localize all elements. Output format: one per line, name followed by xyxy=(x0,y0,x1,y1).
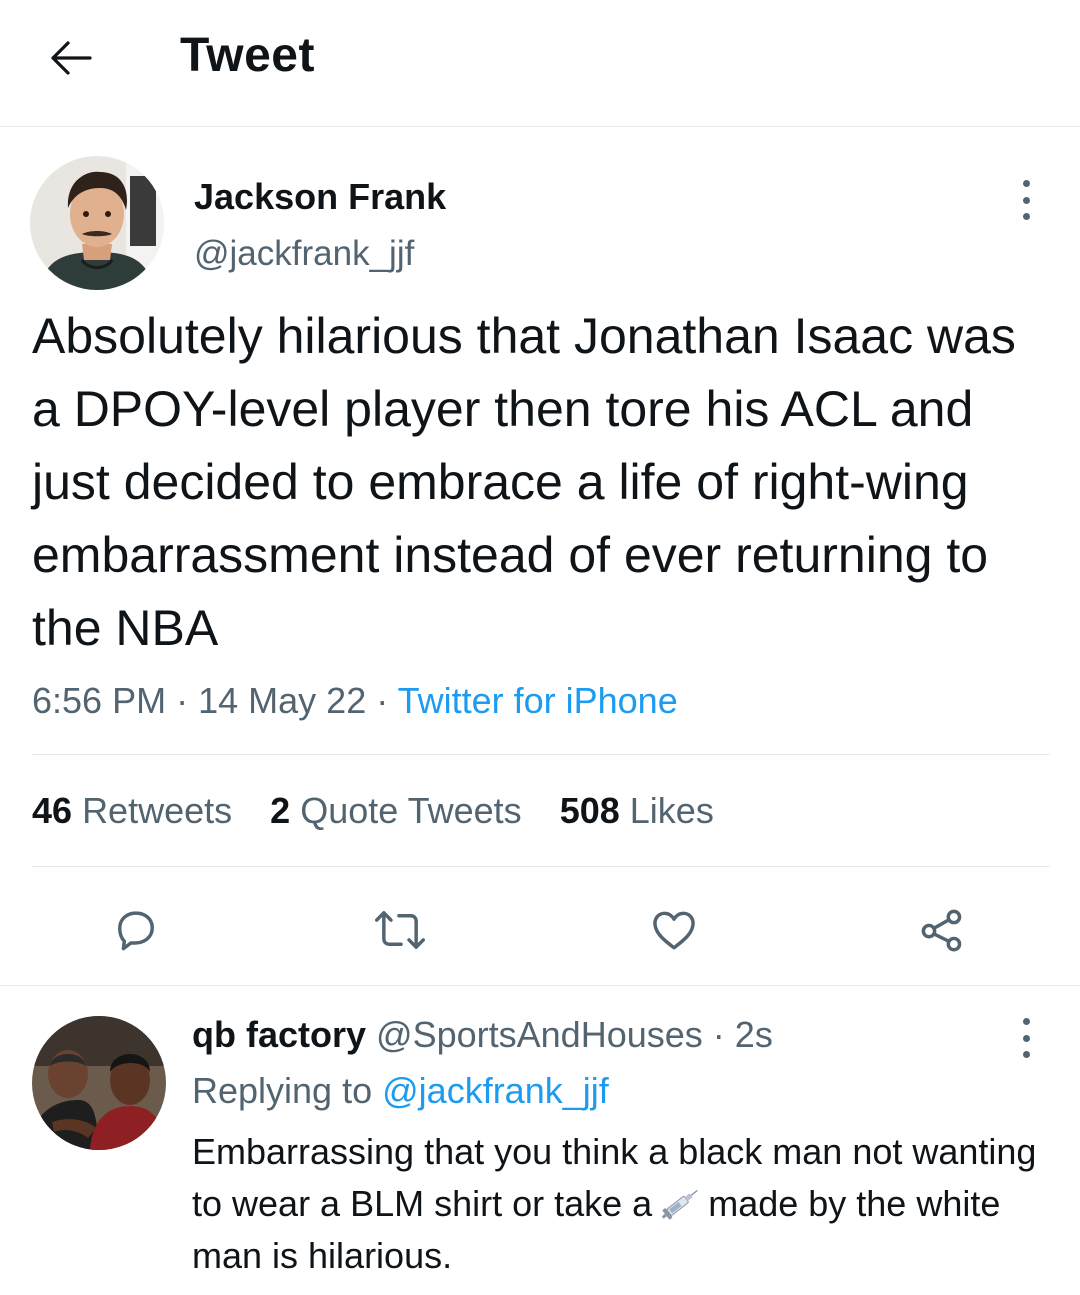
like-icon xyxy=(653,911,695,950)
quote-tweets-count: 2 xyxy=(270,790,291,831)
more-options-button[interactable] xyxy=(1018,180,1034,220)
author-handle[interactable]: @jackfrank_jjf xyxy=(194,234,414,274)
replying-to-line: Replying to @jackfrank_jjf xyxy=(192,1070,609,1112)
reply-separator: · xyxy=(712,1014,725,1055)
dot-icon xyxy=(1022,1034,1030,1042)
reply-text: Embarrassing that you think a black man … xyxy=(192,1126,1052,1282)
retweets-stat[interactable]: 46 Retweets xyxy=(32,790,232,832)
share-icon xyxy=(921,909,962,952)
tweet-stats: 46 Retweets 2 Quote Tweets 508 Likes xyxy=(32,790,742,832)
syringe-emoji-icon xyxy=(661,1189,698,1220)
back-button[interactable] xyxy=(44,34,96,82)
page-title: Tweet xyxy=(180,29,315,82)
tweet-meta: 6:56 PM · 14 May 22 · Twitter for iPhone xyxy=(32,680,678,722)
reply-more-options-button[interactable] xyxy=(1018,1018,1034,1058)
arrow-left-icon xyxy=(51,41,92,75)
dot-icon xyxy=(1022,180,1030,187)
tweet-text: Absolutely hilarious that Jonathan Isaac… xyxy=(32,308,1016,656)
divider xyxy=(32,754,1050,755)
tweet-date: 14 May 22 xyxy=(198,680,367,721)
retweet-button[interactable] xyxy=(370,900,430,960)
quote-tweets-stat[interactable]: 2 Quote Tweets xyxy=(270,790,522,832)
avatar-image xyxy=(32,1016,166,1150)
quote-tweets-label: Quote Tweets xyxy=(300,790,522,831)
dot-icon xyxy=(1022,1018,1030,1025)
section-divider xyxy=(0,985,1080,986)
dot-icon xyxy=(1022,1051,1030,1058)
share-button[interactable] xyxy=(912,900,972,960)
replying-to-mention[interactable]: @jackfrank_jjf xyxy=(382,1070,609,1111)
likes-stat[interactable]: 508 Likes xyxy=(560,790,714,832)
reply-author-display-name[interactable]: qb factory xyxy=(192,1014,366,1055)
reply-time: 2s xyxy=(734,1014,773,1055)
meta-separator: · xyxy=(376,680,389,721)
top-bar: Tweet xyxy=(0,0,1080,127)
reply-author-handle[interactable]: @SportsAndHouses xyxy=(376,1014,703,1055)
author-display-name[interactable]: Jackson Frank xyxy=(194,176,446,218)
reply-icon xyxy=(118,911,154,951)
reply-author-avatar[interactable] xyxy=(32,1016,166,1150)
likes-count: 508 xyxy=(559,790,620,831)
reply-header: qb factory @SportsAndHouses · 2s xyxy=(192,1014,773,1056)
like-button[interactable] xyxy=(644,900,704,960)
author-avatar[interactable] xyxy=(30,156,164,290)
retweet-icon xyxy=(375,911,425,949)
reply-button[interactable] xyxy=(106,900,166,960)
dot-icon xyxy=(1022,213,1030,220)
tweet-time: 6:56 PM xyxy=(32,680,167,721)
avatar-image xyxy=(30,156,164,290)
replying-to-label: Replying to xyxy=(192,1070,373,1111)
retweets-count: 46 xyxy=(32,790,73,831)
divider xyxy=(32,866,1050,867)
tweet-source-link[interactable]: Twitter for iPhone xyxy=(398,680,678,721)
meta-separator: · xyxy=(176,680,189,721)
dot-icon xyxy=(1022,196,1030,204)
likes-label: Likes xyxy=(629,790,714,831)
retweets-label: Retweets xyxy=(82,790,233,831)
